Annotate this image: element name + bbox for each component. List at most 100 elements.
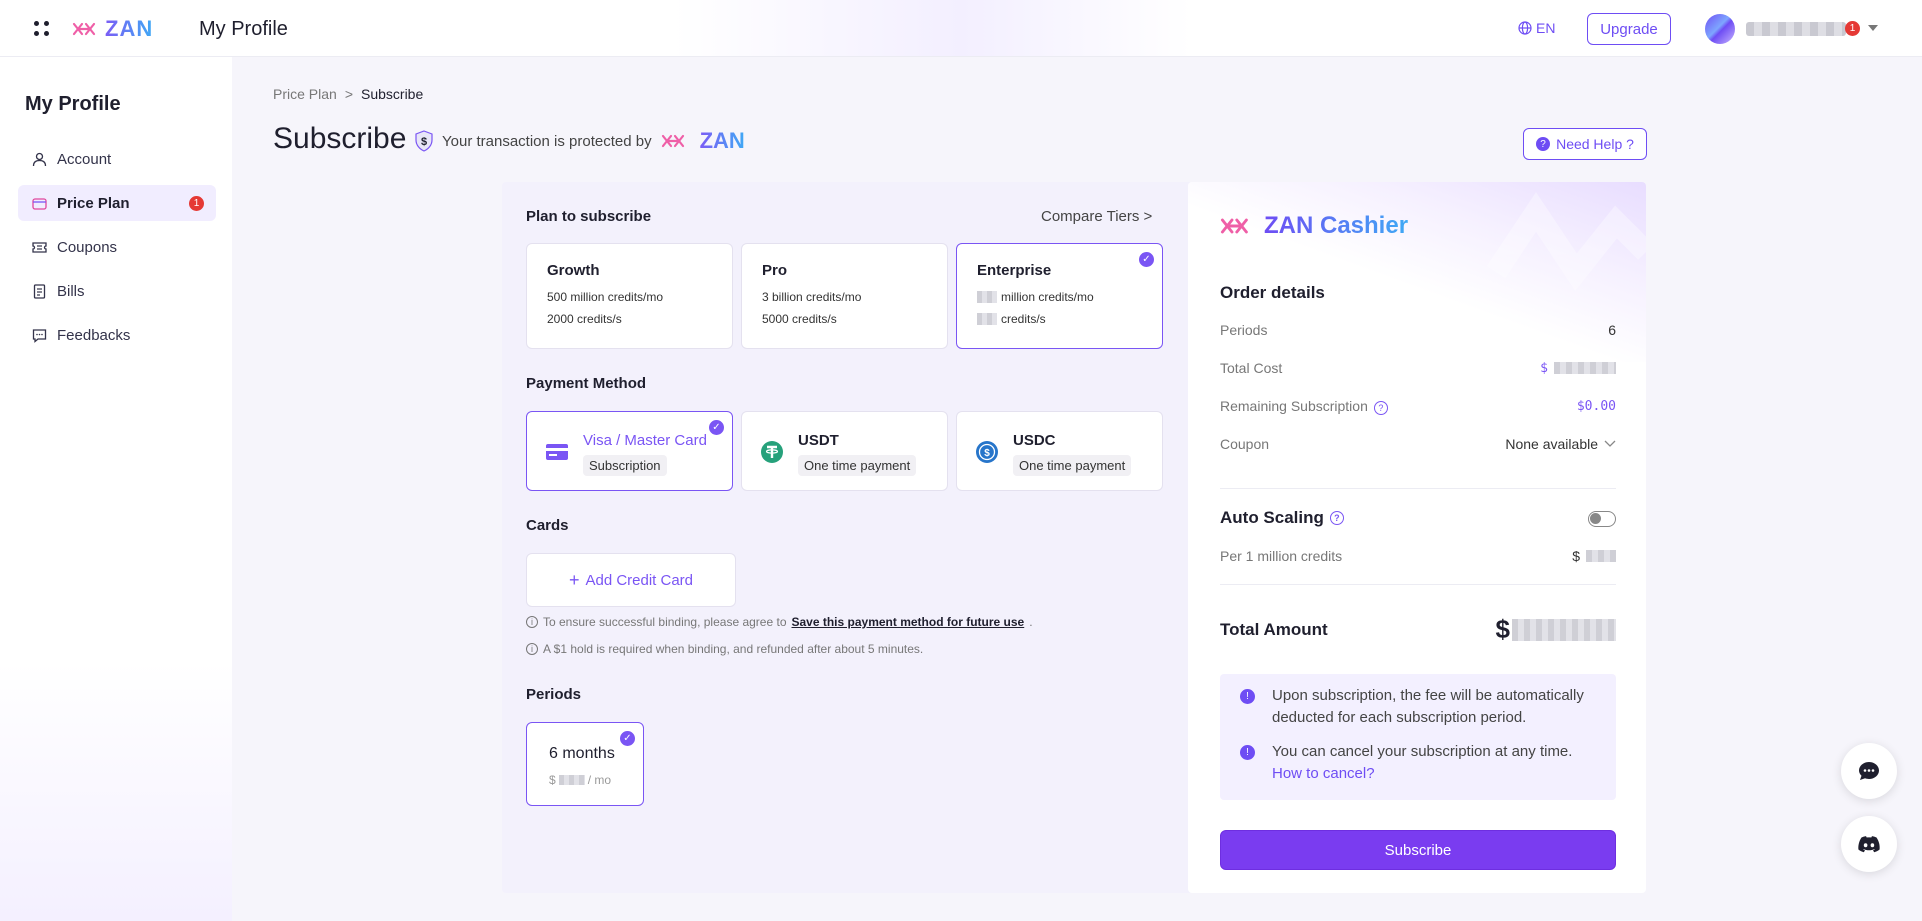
payment-method-type: Subscription (583, 455, 667, 476)
plus-icon: + (568, 569, 580, 590)
sidebar-item-label: Bills (57, 282, 85, 300)
chat-button[interactable] (1841, 743, 1897, 799)
payment-method-name: USDC (1013, 432, 1056, 449)
auto-scaling-title: Auto Scaling ? (1220, 508, 1344, 528)
cashier-brand: ZAN Cashier (1264, 212, 1409, 239)
payment-card-usdt[interactable]: USDT One time payment (741, 411, 948, 491)
plan-name: Pro (762, 262, 788, 279)
coupon-select[interactable]: None available (1505, 436, 1616, 452)
total-cost-row: Total Cost $ (1220, 360, 1616, 376)
redacted-value (1512, 618, 1616, 641)
zan-logo[interactable]: ZAN (72, 16, 153, 42)
plan-credits-rate-row: credits/s (977, 312, 1162, 326)
period-price: $ / mo (549, 773, 611, 787)
info-icon: ! (1240, 745, 1255, 760)
cashier-panel: ZAN Cashier Order details Periods 6 Tota… (1188, 182, 1646, 893)
periods-label: Periods (1220, 322, 1268, 338)
payment-card-usdc[interactable]: $ USDC One time payment (956, 411, 1163, 491)
top-bar: ZAN My Profile EN Upgrade 1 (0, 0, 1922, 57)
language-switch[interactable]: EN (1518, 20, 1555, 36)
sidebar-item-account[interactable]: Account (18, 141, 216, 177)
check-icon: ✓ (709, 420, 724, 435)
sidebar-item-price-plan[interactable]: Price Plan 1 (18, 185, 216, 221)
chat-bubble-icon (1859, 762, 1879, 780)
protection-text: Your transaction is protected by (442, 132, 652, 150)
redacted-value (977, 313, 997, 325)
logo-text: ZAN (105, 16, 154, 41)
zan-mark-icon (1220, 218, 1248, 234)
breadcrumb-parent[interactable]: Price Plan (273, 86, 337, 102)
order-periods-row: Periods 6 (1220, 322, 1616, 338)
sidebar-item-coupons[interactable]: Coupons (18, 229, 216, 265)
help-icon[interactable]: ? (1329, 511, 1344, 525)
avatar[interactable] (1705, 14, 1735, 44)
subscribe-button[interactable]: Subscribe (1220, 830, 1616, 870)
total-amount-value: $ (1496, 614, 1616, 645)
payment-card-visa[interactable]: Visa / Master Card Subscription ✓ (526, 411, 733, 491)
cashier-decoration (1486, 192, 1646, 291)
binding-note-text: To ensure successful binding, please agr… (543, 615, 787, 629)
sidebar: My Profile Account Price Plan 1 Coupons … (0, 57, 232, 921)
remaining-label-wrap: Remaining Subscription? (1220, 398, 1388, 415)
per-million-row: Per 1 million credits $ (1220, 548, 1616, 564)
discord-button[interactable] (1841, 816, 1897, 872)
message-icon (31, 327, 47, 343)
how-to-cancel-link[interactable]: How to cancel? (1272, 763, 1602, 785)
currency-symbol: $ (1572, 548, 1580, 564)
page-header-title: My Profile (199, 18, 288, 40)
plan-credits-monthly: 500 million credits/mo (547, 290, 664, 304)
upgrade-button[interactable]: Upgrade (1587, 13, 1671, 45)
period-card-6-months[interactable]: 6 months $ / mo ✓ (526, 722, 644, 806)
payment-section-title: Payment Method (526, 375, 647, 392)
credit-card-icon (546, 444, 568, 460)
auto-scaling-toggle[interactable] (1588, 511, 1616, 527)
info-icon: ! (1240, 689, 1255, 704)
redacted-value (1554, 362, 1616, 374)
cancel-info-text: You can cancel your subscription at any … (1272, 743, 1573, 760)
help-icon[interactable]: ? (1373, 401, 1388, 415)
save-payment-method-link[interactable]: Save this payment method for future use (792, 615, 1025, 629)
add-credit-card-button[interactable]: + Add Credit Card (526, 553, 736, 607)
order-details-title: Order details (1220, 283, 1325, 302)
check-icon: ✓ (1139, 252, 1154, 267)
user-icon (31, 151, 47, 167)
plan-credits-monthly-row: million credits/mo (977, 290, 1162, 304)
username-redacted[interactable] (1746, 22, 1846, 36)
sidebar-item-feedbacks[interactable]: Feedbacks (18, 317, 216, 353)
language-label: EN (1536, 20, 1556, 36)
plan-card-growth[interactable]: Growth 500 million credits/mo 2000 credi… (526, 243, 733, 349)
price-unit: / mo (587, 773, 612, 787)
sidebar-item-label: Coupons (57, 238, 118, 256)
coupon-label: Coupon (1220, 436, 1270, 452)
chevron-down-icon[interactable] (1868, 25, 1878, 31)
currency-symbol: $ (1540, 360, 1548, 376)
hold-note-text: A $1 hold is required when binding, and … (543, 642, 924, 656)
page-title: Subscribe (273, 122, 407, 155)
coupon-value: None available (1505, 436, 1598, 452)
redacted-value (558, 775, 585, 785)
payment-method-name: Visa / Master Card (583, 432, 707, 449)
total-cost-value: $ (1540, 361, 1616, 376)
compare-tiers-link[interactable]: Compare Tiers > (1041, 208, 1152, 225)
sidebar-item-bills[interactable]: Bills (18, 273, 216, 309)
subscribe-form: Plan to subscribe Compare Tiers > Growth… (502, 182, 1188, 893)
apps-grid-icon[interactable] (34, 21, 50, 37)
document-icon (31, 283, 47, 299)
breadcrumb: Price Plan > Subscribe (273, 86, 423, 102)
usdc-icon: $ (976, 441, 998, 463)
info-icon: i (526, 643, 538, 655)
redacted-value (977, 291, 997, 303)
plan-card-pro[interactable]: Pro 3 billion credits/mo 5000 credits/s (741, 243, 948, 349)
plan-credits-monthly: 3 billion credits/mo (762, 290, 862, 304)
auto-scaling-label: Auto Scaling (1220, 508, 1324, 527)
cancel-info: You can cancel your subscription at any … (1272, 741, 1602, 785)
need-help-button[interactable]: ? Need Help ? (1523, 128, 1647, 160)
sidebar-item-label: Feedbacks (57, 326, 131, 344)
sidebar-item-label: Price Plan (57, 194, 130, 212)
total-amount-label: Total Amount (1220, 620, 1328, 639)
svg-text:$: $ (984, 448, 990, 459)
sidebar-item-label: Account (57, 150, 112, 168)
plan-card-enterprise[interactable]: Enterprise million credits/mo credits/s … (956, 243, 1163, 349)
subscription-info-box: ! Upon subscription, the fee will be aut… (1220, 674, 1616, 800)
subscribe-panel: Plan to subscribe Compare Tiers > Growth… (502, 182, 1646, 893)
